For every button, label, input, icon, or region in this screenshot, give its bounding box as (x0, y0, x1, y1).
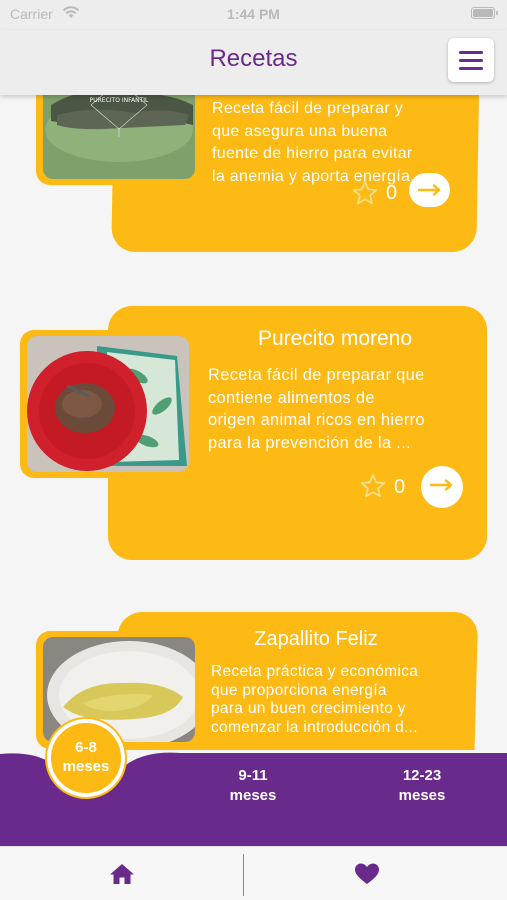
recipe-title: Purecito moreno (257, 327, 413, 350)
home-tab[interactable] (109, 862, 135, 891)
page-title: Recetas (209, 45, 298, 72)
age-tab-label: 9-11 (238, 767, 268, 784)
recipe-description: Receta práctica y económica que proporci… (211, 663, 461, 737)
age-tab-unit: meses (229, 787, 277, 804)
star-icon[interactable] (359, 472, 387, 500)
age-tab-bar: 6-8 meses 9-11 meses 12-23 meses (0, 719, 507, 846)
menu-button[interactable] (448, 38, 494, 82)
age-tab-9-11[interactable]: 9-11 meses (213, 766, 293, 806)
tab-divider (243, 854, 244, 896)
description-line: origen animal ricos en hierro (208, 411, 425, 429)
nav-bar: Recetas (0, 30, 507, 95)
recipe-card[interactable]: Purecito moreno Receta fácil de preparar… (0, 300, 507, 560)
age-tab-unit: meses (62, 758, 110, 775)
arrow-right-icon (430, 479, 453, 491)
recipe-title: Zapallito Feliz (254, 628, 378, 650)
brown-puree-red-plate-photo (27, 336, 189, 472)
description-line: comenzar la introducción d... (211, 718, 418, 736)
likes-count: 0 (394, 476, 406, 498)
description-line: contiene alimentos de (208, 388, 375, 407)
age-tab-unit: meses (398, 787, 446, 804)
battery-icon (471, 7, 498, 19)
recipe-list[interactable]: PURECITO INFANTIL Receta fácil de prepar… (0, 95, 507, 750)
arrow-right-icon (418, 184, 441, 196)
age-tab-12-23[interactable]: 12-23 meses (382, 766, 462, 806)
status-time: 1:44 PM (227, 6, 280, 22)
status-bar: Carrier 1:44 PM (0, 0, 507, 30)
open-recipe-button[interactable] (409, 173, 450, 207)
description-line: que asegura una buena (212, 122, 388, 140)
description-line: fuente de hierro para evitar (212, 145, 413, 162)
age-tab-6-8[interactable]: 6-8 meses (47, 719, 125, 797)
heart-icon (355, 863, 379, 884)
hamburger-menu-line (459, 59, 483, 62)
age-tab-label: 6-8 (75, 739, 97, 756)
recipe-card[interactable]: PURECITO INFANTIL Receta fácil de prepar… (0, 95, 507, 265)
description-line: Receta fácil de preparar y (212, 100, 404, 117)
description-line: para un buen crecimiento y (211, 700, 406, 717)
home-icon (110, 864, 134, 884)
photo-watermark: PURECITO INFANTIL (90, 97, 149, 104)
hamburger-menu-icon (459, 51, 483, 54)
green-puree-photo: PURECITO INFANTIL (43, 95, 195, 179)
description-line: Receta práctica y económica (211, 663, 419, 680)
tab-bar (0, 846, 507, 900)
star-icon[interactable] (351, 179, 379, 207)
description-line: para la prevención de la ... (208, 433, 411, 452)
age-tab-label: 12-23 (402, 767, 442, 784)
likes-count: 0 (386, 182, 398, 204)
description-line: Receta fácil de preparar que (208, 366, 425, 384)
open-recipe-button[interactable] (421, 466, 463, 508)
favorites-tab[interactable] (354, 862, 380, 891)
recipe-description: Receta fácil de preparar que contiene al… (208, 364, 478, 454)
description-line: que proporciona energía (211, 681, 387, 699)
hamburger-menu-line (459, 67, 483, 70)
